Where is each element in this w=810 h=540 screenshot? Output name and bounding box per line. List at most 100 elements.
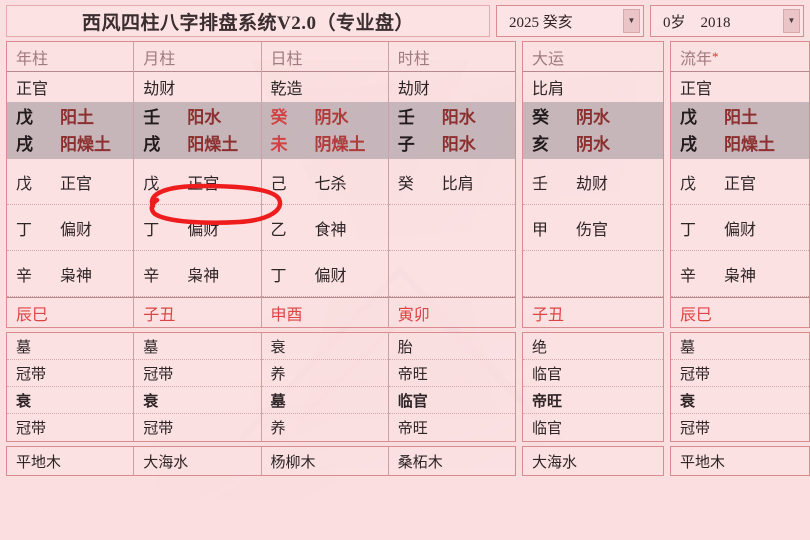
annual-stages-group: 墓 冠带 衰 冠带	[670, 332, 810, 442]
hidden-stem-char: 甲	[532, 221, 549, 239]
hidden-stem-row: 辛 枭神	[7, 251, 134, 297]
stage-cell-primary: 衰	[671, 387, 809, 414]
hidden-stem-god: 枭神	[187, 267, 220, 285]
stage-cell: 冠带	[671, 360, 809, 387]
heavenly-stem-char: 癸	[270, 108, 288, 127]
natal-stages-group: 墓 冠带 衰 冠带 墓 冠带 衰 冠带 衰 养 墓 养 胎 帝旺 临官 帝旺	[6, 332, 516, 442]
void-branches: 寅卯	[388, 297, 515, 327]
stage-cell: 墓	[671, 333, 809, 360]
gender-label: 乾造	[262, 72, 388, 102]
ten-god-label: 正官	[671, 72, 809, 102]
hidden-stem-row: 丁 偏财	[7, 205, 134, 251]
luck-stages-group: 绝 临官 帝旺 临官	[522, 332, 664, 442]
earthly-branch-element: 阴燥土	[314, 135, 366, 154]
stage-cell: 冠带	[7, 360, 134, 387]
hidden-stem-row: 戊 正官	[7, 159, 134, 205]
pillar-title: 流年 *	[671, 42, 809, 72]
void-branches-text: 申酉	[270, 306, 303, 324]
hidden-stem-god: 偏财	[187, 221, 220, 239]
hidden-stem-row: 甲 伤官	[523, 205, 663, 251]
hidden-stem-char: 丁	[16, 221, 33, 239]
pillar-luck[interactable]: 大运 比肩 癸 阴水 亥 阴水 壬 劫财 甲 伤官 子丑	[523, 42, 663, 327]
stage-cell: 临官	[523, 360, 663, 387]
stage-cell: 墓	[134, 333, 261, 360]
ganzhi-block: 壬 阳水 戌 阳燥土	[134, 102, 261, 159]
bazi-chart-app: 西风四柱八字排盘系统V2.0（专业盘） 2025 癸亥 ▼ 0岁 2018 ▼ …	[0, 0, 810, 540]
void-branches-text: 子丑	[143, 306, 176, 324]
hidden-stem-row: 壬 劫财	[523, 159, 663, 205]
age-select[interactable]: 0岁 2018 ▼	[650, 5, 804, 37]
ganzhi-block: 癸 阴水 未 阴燥土	[261, 102, 388, 159]
void-branches: 子丑	[523, 297, 663, 327]
stage-cell-primary: 衰	[7, 387, 134, 414]
pillar-month[interactable]: 月柱 劫财 壬 阳水 戌 阳燥土 戊 正官 丁 偏财 辛 枭神 子丑	[134, 42, 262, 327]
earthly-branch-line: 未 阴燥土	[271, 130, 379, 157]
stage-cell: 临官	[532, 421, 563, 437]
luck-nayin-group: 大海水	[522, 446, 664, 476]
pillar-title-text: 大运	[532, 50, 565, 68]
earthly-branch-line: 子 阳水	[398, 130, 506, 157]
heavenly-stem-line: 戊 阳土	[16, 103, 124, 130]
hidden-stem-row	[523, 251, 663, 297]
stage-cell: 绝	[523, 333, 663, 360]
heavenly-stem-element: 阴水	[576, 108, 610, 127]
stage-column-year: 墓 冠带 衰 冠带	[7, 333, 135, 441]
hidden-stem-row: 乙 食神	[261, 205, 388, 251]
hidden-stem-row: 丁 偏财	[134, 205, 261, 251]
heavenly-stem-element: 阳水	[187, 108, 222, 127]
pillar-annual[interactable]: 流年 * 正官 戊 阳土 戌 阳燥土 戊 正官 丁 偏财 辛 枭神 辰巳	[671, 42, 809, 327]
hidden-stem-god: 枭神	[724, 267, 757, 285]
pillar-title: 大运	[523, 42, 663, 72]
earthly-branch-char: 亥	[532, 135, 549, 154]
nayin-row: 平地木 大海水 杨柳木 桑柘木 大海水 平地木	[6, 446, 810, 476]
app-title: 西风四柱八字排盘系统V2.0（专业盘）	[6, 5, 490, 37]
hidden-stem-row: 丁 偏财	[671, 205, 809, 251]
ten-god-label: 正官	[7, 72, 133, 102]
hidden-stem-row: 己 七杀	[261, 159, 388, 205]
hidden-stem-god: 伤官	[576, 221, 609, 239]
chevron-down-icon[interactable]: ▼	[783, 9, 800, 33]
hidden-stem-row: 辛 枭神	[134, 251, 261, 297]
heavenly-stem-line: 癸 阴水	[532, 103, 654, 130]
earthly-branch-char: 子	[397, 135, 415, 154]
year-select[interactable]: 2025 癸亥 ▼	[496, 5, 644, 37]
pillar-year[interactable]: 年柱 正官 戊 阳土 戌 阳燥土 戊 正官 丁 偏财 辛 枭神 辰巳	[7, 42, 135, 327]
pillar-title: 时柱	[388, 42, 515, 72]
void-branches: 申酉	[261, 297, 388, 327]
earthly-branch-char: 戌	[680, 135, 697, 154]
nayin-cell: 大海水	[134, 447, 262, 475]
chevron-down-icon[interactable]: ▼	[623, 9, 640, 33]
heavenly-stem-line: 戊 阳土	[680, 103, 800, 130]
stage-cell: 冠带	[16, 421, 47, 437]
earthly-branch-element: 阳燥土	[724, 135, 775, 154]
nayin-cell: 桑柘木	[397, 454, 443, 471]
hidden-stem-row: 辛 枭神	[671, 251, 809, 297]
stage-cell-primary: 帝旺	[523, 387, 663, 414]
ten-god-text: 劫财	[143, 81, 176, 98]
earthly-branch-char: 戌	[16, 135, 33, 154]
stage-cell: 墓	[7, 333, 134, 360]
stage-cell-primary: 衰	[134, 387, 261, 414]
hidden-stem-char: 丁	[270, 267, 287, 285]
hidden-stem-char: 丁	[680, 221, 697, 239]
hidden-stem-char: 辛	[143, 267, 160, 285]
ten-god-label: 劫财	[134, 72, 260, 102]
heavenly-stem-char: 戊	[680, 108, 697, 127]
pillars-row: 年柱 正官 戊 阳土 戌 阳燥土 戊 正官 丁 偏财 辛 枭神 辰巳 月柱 劫财…	[6, 41, 810, 328]
pillar-day[interactable]: 日柱 乾造 癸 阴水 未 阴燥土 己 七杀 乙 食神 丁 偏财 申酉	[261, 42, 389, 327]
stage-cell: 胎	[388, 333, 515, 360]
hidden-stem-char: 辛	[16, 267, 33, 285]
header-bar: 西风四柱八字排盘系统V2.0（专业盘） 2025 癸亥 ▼ 0岁 2018 ▼	[6, 5, 804, 37]
annual-pillar-group: 流年 * 正官 戊 阳土 戌 阳燥土 戊 正官 丁 偏财 辛 枭神 辰巳	[670, 41, 810, 328]
stage-column-luck: 绝 临官 帝旺 临官	[523, 333, 663, 441]
pillar-title-text: 月柱	[143, 50, 176, 68]
heavenly-stem-char: 壬	[397, 108, 415, 127]
hidden-stem-god: 正官	[60, 175, 93, 193]
hidden-stem-god: 偏财	[724, 221, 757, 239]
hidden-stem-row: 癸 比肩	[388, 159, 515, 205]
hidden-stem-row	[388, 205, 515, 251]
heavenly-stem-element: 阳土	[60, 108, 94, 127]
pillar-hour[interactable]: 时柱 劫财 壬 阳水 子 阳水 癸 比肩 寅卯	[388, 42, 515, 327]
pillar-title-text: 年柱	[16, 50, 49, 68]
void-branches-text: 辰巳	[680, 306, 713, 324]
